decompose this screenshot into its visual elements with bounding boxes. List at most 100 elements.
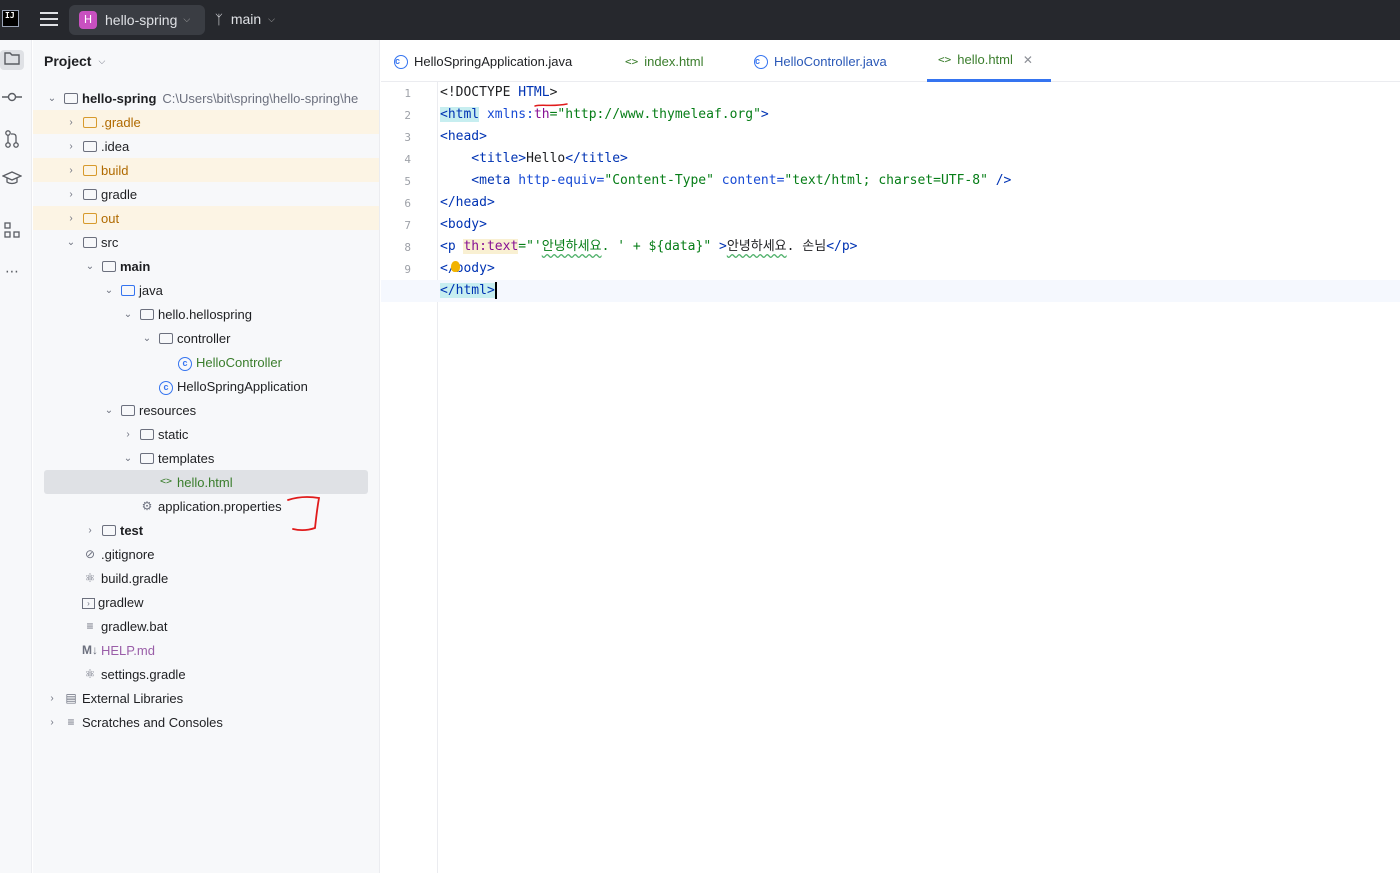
- intellij-logo-icon[interactable]: IJ: [2, 10, 19, 27]
- line-number-gutter: 1 2 3 4 5 6 7 8 9 10: [381, 82, 438, 873]
- chevron-right-icon[interactable]: ›: [45, 693, 59, 704]
- chevron-right-icon[interactable]: ›: [64, 189, 78, 200]
- class-icon: c: [394, 53, 408, 69]
- tree-item-package-controller[interactable]: ⌄ controller: [33, 326, 379, 350]
- tree-item-resources[interactable]: ⌄ resources: [33, 398, 379, 422]
- tree-item-label: controller: [177, 330, 231, 346]
- tree-item-label: static: [158, 426, 189, 442]
- editor-area: c HelloSpringApplication.java <> index.h…: [381, 40, 1400, 873]
- title-bar: IJ H hello-spring ⌵ ᛉ main ⌵: [0, 0, 1400, 40]
- project-panel-header[interactable]: Project ⌵: [33, 40, 379, 82]
- gradle-icon: ⚛: [84, 667, 96, 681]
- tab-label: index.html: [644, 53, 704, 69]
- structure-icon[interactable]: [2, 222, 22, 242]
- chevron-down-icon[interactable]: ⌄: [64, 237, 78, 248]
- chevron-right-icon[interactable]: ›: [64, 165, 78, 176]
- chevron-right-icon[interactable]: ›: [45, 717, 59, 728]
- tree-item-gradlew-bat[interactable]: ≡ gradlew.bat: [33, 614, 379, 638]
- code-line: <body>: [440, 217, 487, 232]
- tree-item-hello-html[interactable]: <> hello.html: [33, 470, 379, 494]
- tab-hellocontroller-java[interactable]: c HelloController.java: [754, 40, 887, 82]
- learn-icon[interactable]: [1, 170, 23, 190]
- tree-item-root[interactable]: ⌄ hello-spring C:\Users\bit\spring\hello…: [33, 86, 379, 110]
- tree-item-build-gradle[interactable]: ⚛ build.gradle: [33, 566, 379, 590]
- folder-icon: [82, 186, 98, 202]
- tree-item-settings-gradle[interactable]: ⚛ settings.gradle: [33, 662, 379, 686]
- chevron-down-icon[interactable]: ⌄: [121, 453, 135, 464]
- package-icon: [139, 306, 155, 322]
- tree-item-gitignore[interactable]: ⊘ .gitignore: [33, 542, 379, 566]
- tab-label: HelloController.java: [774, 53, 887, 69]
- git-branch-icon: ᛉ: [215, 11, 223, 27]
- tree-item-templates[interactable]: ⌄ templates: [33, 446, 379, 470]
- close-icon[interactable]: ✕: [1023, 53, 1033, 67]
- tree-item-application-properties[interactable]: ⚙ application.properties: [33, 494, 379, 518]
- tree-item-label: src: [101, 234, 119, 250]
- tree-item-static[interactable]: › static: [33, 422, 379, 446]
- tree-item-label: .gitignore: [101, 546, 155, 562]
- tree-item-out[interactable]: › out: [33, 206, 379, 230]
- tree-item-label: HelloController: [196, 354, 282, 370]
- pull-requests-icon[interactable]: [2, 130, 22, 150]
- chevron-down-icon[interactable]: ⌄: [140, 333, 154, 344]
- tree-item-help-md[interactable]: M↓ HELP.md: [33, 638, 379, 662]
- line-number: 5: [404, 175, 411, 188]
- tree-item-label: java: [139, 282, 163, 298]
- chevron-down-icon[interactable]: ⌄: [121, 309, 135, 320]
- chevron-right-icon[interactable]: ›: [64, 141, 78, 152]
- code-line: <html xmlns:th="http://www.thymeleaf.org…: [440, 107, 769, 122]
- source-root-folder-icon: [101, 258, 117, 274]
- chevron-down-icon[interactable]: ⌄: [83, 261, 97, 272]
- main-menu-icon[interactable]: [40, 12, 58, 28]
- chevron-right-icon[interactable]: ›: [83, 525, 97, 536]
- text-file-icon: ≡: [86, 619, 94, 633]
- tree-item-hellocontroller[interactable]: c HelloController: [33, 350, 379, 374]
- code-editor[interactable]: <!DOCTYPE HTML> <html xmlns:th="http://w…: [381, 82, 1400, 873]
- ignore-file-icon: ⊘: [84, 547, 96, 561]
- intention-bulb-icon[interactable]: [451, 261, 460, 272]
- tree-item-hellospringapplication[interactable]: c HelloSpringApplication: [33, 374, 379, 398]
- more-icon[interactable]: ⋯: [2, 262, 22, 282]
- branch-switcher[interactable]: ᛉ main ⌵: [215, 11, 275, 27]
- tab-hellospringapplication-java[interactable]: c HelloSpringApplication.java: [394, 40, 572, 82]
- tree-item-gradle[interactable]: › gradle: [33, 182, 379, 206]
- chevron-down-icon[interactable]: ⌄: [102, 285, 116, 296]
- line-number: 4: [404, 153, 411, 166]
- project-switcher[interactable]: H hello-spring ⌵: [69, 5, 205, 35]
- tree-item-label: hello.html: [177, 474, 233, 490]
- chevron-right-icon[interactable]: ›: [64, 213, 78, 224]
- tree-item-gradle-dir[interactable]: › .gradle: [33, 110, 379, 134]
- tree-item-label: application.properties: [158, 498, 282, 514]
- project-icon[interactable]: [0, 50, 24, 70]
- tree-item-external-libraries[interactable]: › ▤ External Libraries: [33, 686, 379, 710]
- chevron-right-icon[interactable]: ›: [64, 117, 78, 128]
- tree-item-label: settings.gradle: [101, 666, 186, 682]
- html-file-icon: <>: [625, 54, 639, 68]
- html-file-icon: <>: [159, 476, 173, 487]
- chevron-down-icon: ⌵: [268, 13, 275, 24]
- test-folder-icon: [101, 522, 117, 538]
- code-line: </body>: [440, 261, 495, 276]
- handwritten-underline: [534, 103, 568, 107]
- tab-hello-html[interactable]: <> hello.html ✕: [927, 40, 1051, 82]
- tree-item-src[interactable]: ⌄ src: [33, 230, 379, 254]
- line-number: 2: [404, 109, 411, 122]
- tab-index-html[interactable]: <> index.html: [625, 40, 704, 82]
- tree-item-main[interactable]: ⌄ main: [33, 254, 379, 278]
- code-line: <!DOCTYPE HTML>: [440, 85, 558, 100]
- tree-item-package-hellospring[interactable]: ⌄ hello.hellospring: [33, 302, 379, 326]
- line-number: 3: [404, 131, 411, 144]
- chevron-down-icon[interactable]: ⌄: [45, 93, 59, 104]
- tree-item-idea[interactable]: › .idea: [33, 134, 379, 158]
- chevron-right-icon[interactable]: ›: [121, 429, 135, 440]
- commit-icon[interactable]: [2, 90, 22, 110]
- class-icon: c: [177, 354, 193, 371]
- tree-item-build[interactable]: › build: [33, 158, 379, 182]
- tree-item-test[interactable]: › test: [33, 518, 379, 542]
- line-number: 9: [404, 263, 411, 276]
- class-icon: c: [158, 378, 174, 395]
- tree-item-scratches[interactable]: › ≡ Scratches and Consoles: [33, 710, 379, 734]
- chevron-down-icon[interactable]: ⌄: [102, 405, 116, 416]
- tree-item-java[interactable]: ⌄ java: [33, 278, 379, 302]
- tree-item-gradlew[interactable]: › gradlew: [33, 590, 379, 614]
